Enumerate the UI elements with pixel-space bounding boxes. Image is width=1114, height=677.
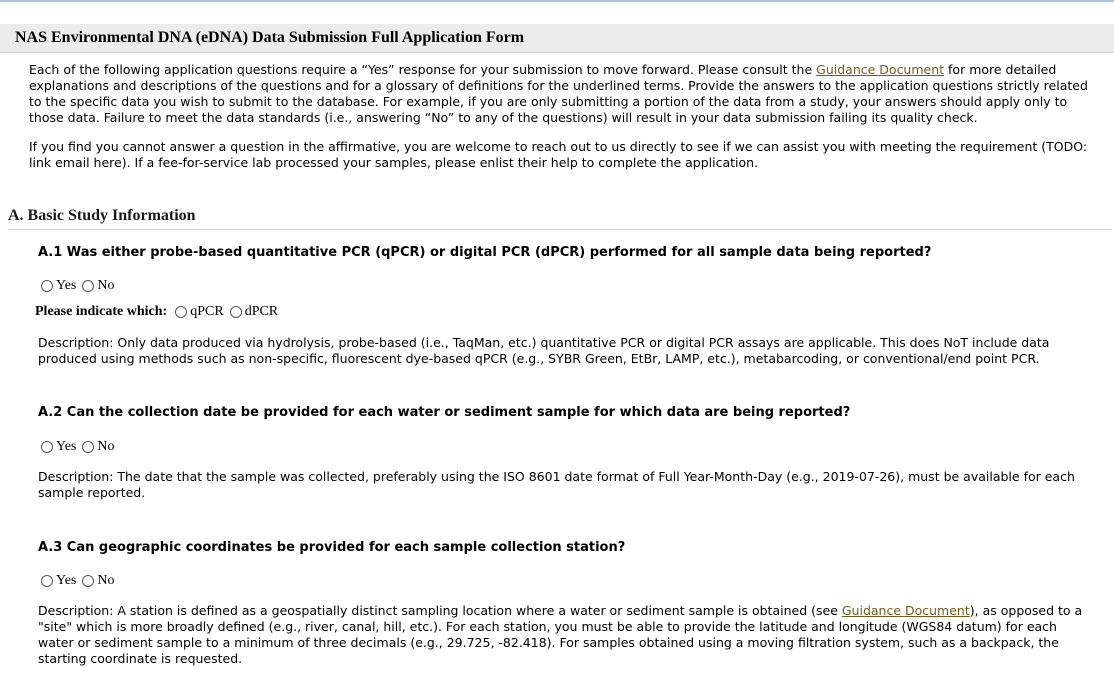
radio-label: No [97, 439, 115, 454]
question-a3: A.3 Can geographic coordinates be provid… [38, 540, 626, 555]
intro-text-1a: Each of the following application questi… [29, 62, 817, 77]
section-header: A. Basic Study Information [8, 207, 1112, 230]
question-a3-no-option[interactable]: No [82, 573, 115, 589]
radio-label: Yes [56, 573, 77, 588]
radio-label: Yes [56, 439, 77, 454]
question-a3-radio-group: Yes No [41, 573, 121, 589]
radio-button[interactable] [82, 280, 95, 292]
radio-button[interactable] [229, 306, 242, 318]
question-a3-yes-option[interactable]: Yes [41, 573, 76, 589]
question-a1-description: Description: Only data produced via hydr… [38, 335, 1050, 366]
radio-label: No [97, 573, 115, 588]
question-a2: A.2 Can the collection date be provided … [38, 405, 851, 420]
dpcr-option[interactable]: dPCR [229, 304, 279, 320]
radio-button[interactable] [175, 306, 188, 318]
qpcr-option[interactable]: qPCR [175, 304, 224, 320]
radio-button[interactable] [82, 441, 95, 453]
question-a1-radio-group: Yes No [41, 278, 121, 294]
question-a2-description: Description: The date that the sample wa… [38, 469, 1075, 500]
question-a2-radio-group: Yes No [41, 439, 121, 455]
question-a1-yes-option[interactable]: Yes [41, 278, 76, 294]
description-text-a: Description: A station is defined as a g… [38, 603, 842, 618]
question-a2-yes-option[interactable]: Yes [41, 439, 76, 455]
page-title: NAS Environmental DNA (eDNA) Data Submis… [15, 29, 525, 46]
radio-label: dPCR [244, 304, 279, 319]
form-title-bar: NAS Environmental DNA (eDNA) Data Submis… [0, 24, 1114, 53]
radio-label: qPCR [190, 304, 224, 319]
intro-paragraph-2: If you find you cannot answer a question… [29, 139, 1088, 170]
section-title: A. Basic Study Information [8, 207, 196, 224]
question-a1: A.1 Was either probe-based quantitative … [38, 245, 932, 260]
question-a1-no-option[interactable]: No [82, 278, 115, 294]
guidance-document-link[interactable]: Guidance Document [816, 62, 944, 77]
radio-button[interactable] [41, 441, 53, 453]
radio-label: No [97, 278, 115, 293]
radio-button[interactable] [41, 280, 53, 292]
question-a2-no-option[interactable]: No [82, 439, 115, 455]
radio-button[interactable] [41, 575, 53, 587]
radio-button[interactable] [82, 575, 95, 587]
question-a3-description: Description: A station is defined as a g… [38, 603, 1093, 667]
intro-paragraph-1: Each of the following application questi… [29, 62, 1089, 126]
guidance-document-link[interactable]: Guidance Document [842, 603, 970, 618]
radio-label: Yes [56, 278, 77, 293]
question-a1-method-group: Please indicate which: qPCR dPCR [35, 304, 284, 320]
method-label: Please indicate which: [35, 304, 168, 319]
